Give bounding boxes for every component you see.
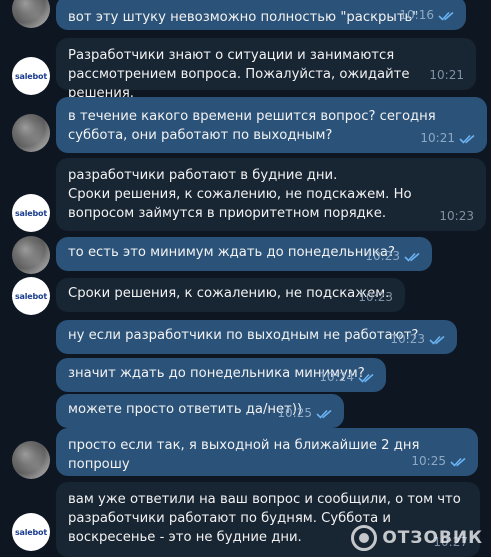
double-check-icon [404, 252, 420, 262]
watermark-text: ОТЗОВИК [382, 528, 483, 548]
message-meta: 10:25 [277, 404, 334, 423]
message-bubble-incoming[interactable]: Сроки решения, к сожалению, не подскажем… [56, 278, 405, 312]
message-time: 10:23 [390, 332, 425, 346]
bot-avatar[interactable]: salebot [12, 513, 50, 551]
message-bubble-outgoing[interactable]: вот эту штуку невозможно полностью "раск… [56, 0, 466, 30]
double-check-icon [316, 409, 332, 419]
message-meta: 10:24 [319, 368, 376, 387]
message-bubble-outgoing[interactable]: значит ждать до понедельника минимум? 10… [56, 358, 386, 392]
message-text: просто если так, я выходной на ближайшие… [68, 438, 424, 472]
message-bubble-incoming[interactable]: Разработчики знают о ситуации и занимают… [56, 38, 476, 101]
user-avatar[interactable] [12, 0, 50, 28]
message-time: 10:21 [429, 68, 464, 82]
user-avatar[interactable] [12, 441, 50, 479]
message-text: Разработчики знают о ситуации и занимают… [68, 48, 414, 101]
message-meta: 10:16 [399, 6, 456, 25]
double-check-icon [358, 373, 374, 383]
user-avatar[interactable] [12, 236, 50, 274]
message-time: 10:24 [319, 370, 354, 384]
message-time: 10:23 [358, 290, 393, 304]
message-text: Сроки решения, к сожалению, не подскажем… [68, 286, 390, 301]
message-text: в течение какого времени решится вопрос?… [68, 109, 440, 143]
bot-avatar[interactable]: salebot [12, 194, 50, 232]
message-meta: 10:25 [411, 452, 468, 471]
message-bubble-outgoing[interactable]: просто если так, я выходной на ближайшие… [56, 428, 478, 476]
double-check-icon [450, 457, 466, 467]
message-meta: 10:23 [365, 247, 422, 266]
message-time: 10:23 [439, 209, 474, 223]
watermark: ОТЗОВИК [351, 525, 483, 551]
bot-avatar-label: salebot [15, 208, 47, 218]
message-meta: 10:23 [390, 330, 447, 349]
bot-avatar-label: salebot [15, 71, 47, 81]
message-time: 10:21 [420, 131, 455, 145]
double-check-icon [429, 335, 445, 345]
message-text: разработчики работают в будние дни. Срок… [68, 168, 412, 221]
watermark-logo-icon [351, 525, 378, 551]
message-bubble-outgoing[interactable]: можете просто ответить да/нет)) 10:25 [56, 394, 344, 428]
message-bubble-incoming[interactable]: разработчики работают в будние дни. Срок… [56, 158, 486, 231]
user-avatar[interactable] [12, 114, 50, 152]
double-check-icon [459, 134, 475, 144]
message-bubble-outgoing[interactable]: ну если разработчики по выходным не рабо… [56, 320, 457, 354]
message-text: ну если разработчики по выходным не рабо… [68, 328, 419, 343]
message-meta: 10:21 [420, 129, 477, 148]
bot-avatar[interactable]: salebot [12, 277, 50, 315]
bot-avatar-label: salebot [15, 291, 47, 301]
bot-avatar[interactable]: salebot [12, 57, 50, 95]
message-text: вот эту штуку невозможно полностью "раск… [68, 10, 419, 25]
message-bubble-outgoing[interactable]: то есть это минимум ждать до понедельник… [56, 237, 432, 271]
message-time: 10:25 [411, 454, 446, 468]
double-check-icon [438, 11, 454, 21]
message-time: 10:25 [277, 406, 312, 420]
message-time: 10:23 [365, 249, 400, 263]
bot-avatar-label: salebot [15, 527, 47, 537]
message-bubble-outgoing[interactable]: в течение какого времени решится вопрос?… [56, 97, 487, 153]
message-time: 10:16 [399, 8, 434, 22]
